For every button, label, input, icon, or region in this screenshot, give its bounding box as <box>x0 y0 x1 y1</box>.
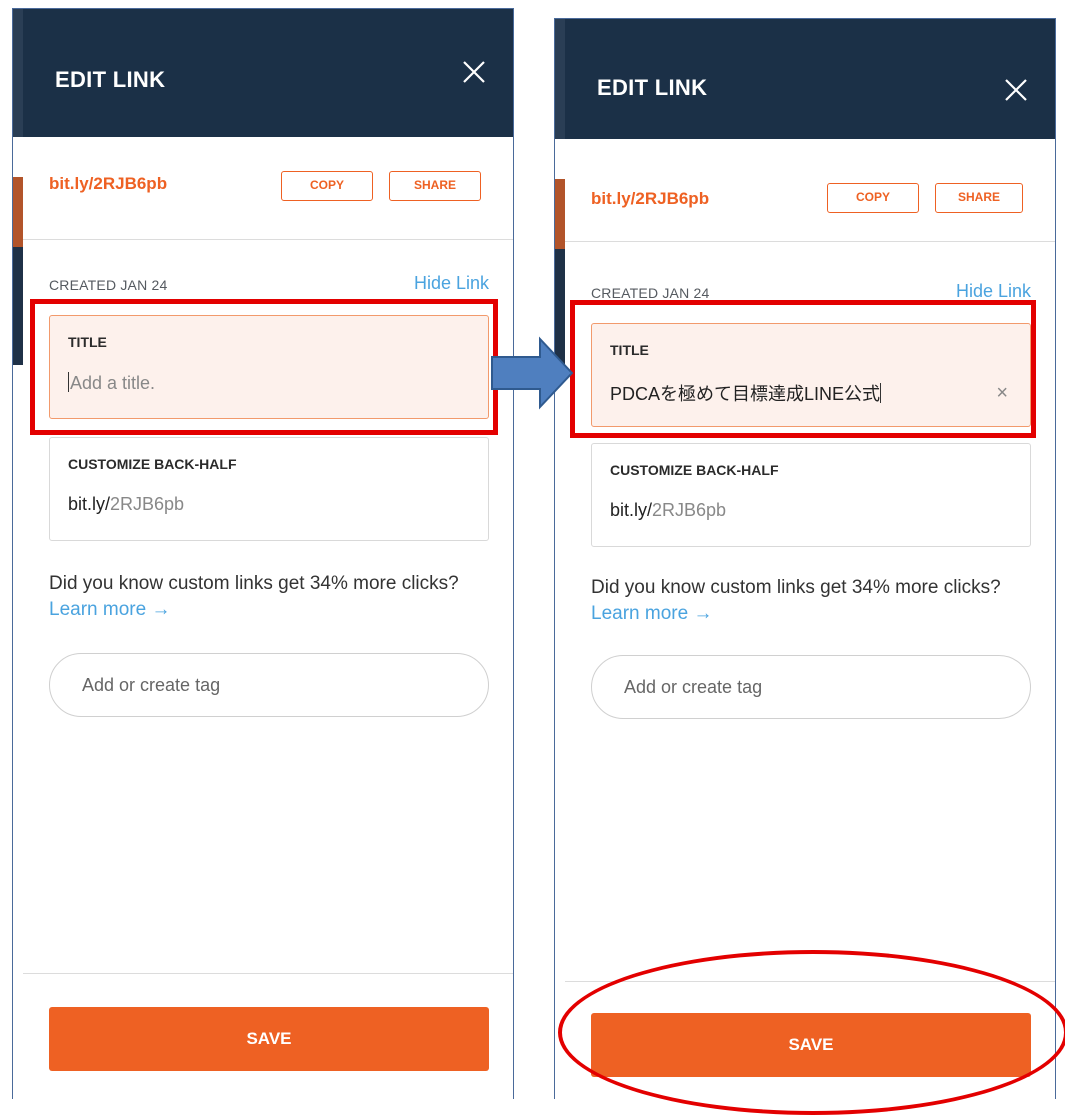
short-link-row: bit.ly/2RJB6pb COPY SHARE <box>23 137 513 240</box>
custom-link-hint: Did you know custom links get 34% more c… <box>49 571 493 623</box>
hide-link[interactable]: Hide Link <box>956 281 1031 302</box>
hint-text: Did you know custom links get 34% more c… <box>591 577 1001 598</box>
short-link-row: bit.ly/2RJB6pb COPY SHARE <box>565 139 1055 242</box>
back-half-domain: bit.ly/ <box>610 500 653 520</box>
share-button[interactable]: SHARE <box>389 171 481 201</box>
back-half-label: CUSTOMIZE BACK-HALF <box>68 456 237 472</box>
copy-button[interactable]: COPY <box>827 183 919 213</box>
modal-header: EDIT LINK <box>23 9 513 137</box>
customize-back-half-field[interactable]: CUSTOMIZE BACK-HALF bit.ly/2RJB6pb <box>49 437 489 541</box>
modal-title: EDIT LINK <box>55 67 166 92</box>
back-half-domain: bit.ly/ <box>68 494 111 514</box>
modal-header: EDIT LINK <box>565 19 1055 139</box>
short-link[interactable]: bit.ly/2RJB6pb <box>591 189 709 209</box>
back-half-value: 2RJB6pb <box>652 500 727 520</box>
tag-input[interactable]: Add or create tag <box>591 655 1031 719</box>
back-half-input[interactable]: bit.ly/2RJB6pb <box>68 494 184 515</box>
created-date: CREATED JAN 24 <box>49 277 168 293</box>
share-button[interactable]: SHARE <box>935 183 1023 213</box>
edit-link-panel-after: EDIT LINK bit.ly/2RJB6pb COPY SHARE CREA… <box>554 18 1056 1099</box>
background-strip <box>555 179 565 249</box>
hint-text: Did you know custom links get 34% more c… <box>49 573 459 594</box>
modal-title: EDIT LINK <box>597 75 708 100</box>
edit-link-modal: EDIT LINK bit.ly/2RJB6pb COPY SHARE CREA… <box>565 19 1055 1099</box>
learn-more-link[interactable]: Learn more → <box>49 599 170 620</box>
customize-back-half-field[interactable]: CUSTOMIZE BACK-HALF bit.ly/2RJB6pb <box>591 443 1031 547</box>
background-strip <box>13 177 23 247</box>
footer-divider <box>23 973 513 974</box>
background-strip <box>13 9 23 137</box>
background-strip <box>13 247 23 365</box>
annotation-highlight-box <box>30 299 498 435</box>
annotation-ellipse <box>558 950 1065 1115</box>
custom-link-hint: Did you know custom links get 34% more c… <box>591 575 1035 627</box>
back-half-input[interactable]: bit.ly/2RJB6pb <box>610 500 726 521</box>
learn-more-link[interactable]: Learn more → <box>591 603 712 624</box>
close-icon[interactable] <box>1001 75 1031 105</box>
save-button[interactable]: SAVE <box>49 1007 489 1071</box>
background-strip <box>555 19 565 139</box>
arrow-right-icon <box>491 336 574 410</box>
edit-link-panel-before: EDIT LINK bit.ly/2RJB6pb COPY SHARE CREA… <box>12 8 514 1099</box>
annotation-highlight-box <box>570 300 1036 438</box>
tag-input[interactable]: Add or create tag <box>49 653 489 717</box>
copy-button[interactable]: COPY <box>281 171 373 201</box>
back-half-label: CUSTOMIZE BACK-HALF <box>610 462 779 478</box>
back-half-value: 2RJB6pb <box>110 494 185 514</box>
edit-link-modal: EDIT LINK bit.ly/2RJB6pb COPY SHARE CREA… <box>23 9 513 1099</box>
created-date: CREATED JAN 24 <box>591 285 710 301</box>
hide-link[interactable]: Hide Link <box>414 273 489 294</box>
short-link[interactable]: bit.ly/2RJB6pb <box>49 174 167 194</box>
close-icon[interactable] <box>459 57 489 87</box>
